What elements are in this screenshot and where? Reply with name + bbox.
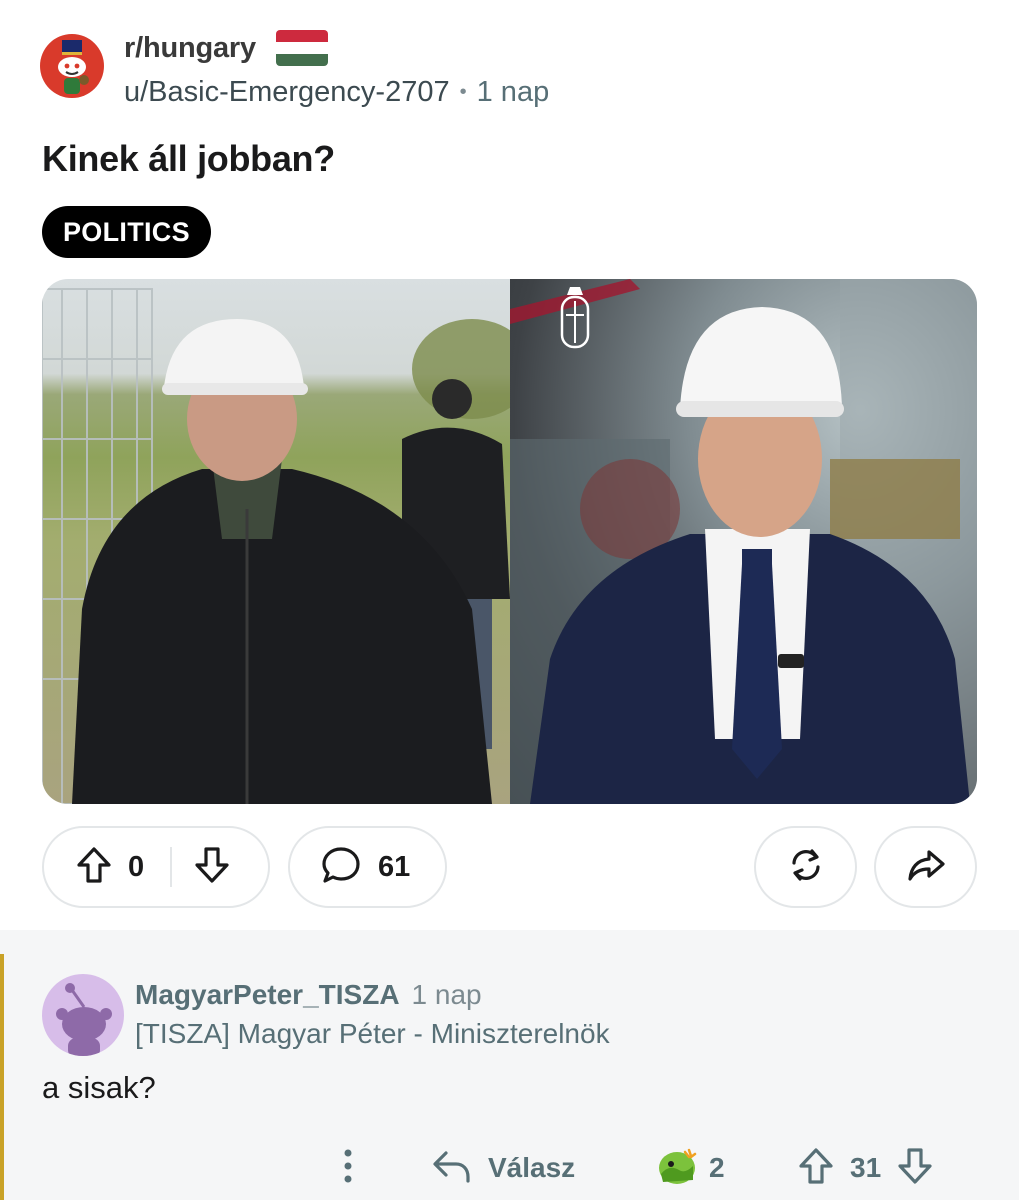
award-count: 2 [709,1152,725,1183]
upvote-icon[interactable] [74,845,114,890]
post-time: 1 nap [476,75,550,108]
comment-downvote-icon[interactable] [895,1146,935,1191]
comment-score: 31 [850,1152,882,1183]
crosspost-button[interactable] [754,826,857,908]
post-score: 0 [128,850,145,883]
post-meta: u/Basic-Emergency-2707 • 1 nap [124,74,549,110]
share-arrow-icon [905,844,947,891]
photo-right [510,279,977,804]
post-flair[interactable]: POLITICS [42,206,211,258]
meta-separator: • [459,80,467,103]
comment-author[interactable]: MagyarPeter_TISZA [135,979,400,1011]
comment-author-row: MagyarPeter_TISZA 1 nap [135,978,482,1012]
post-header: r/hungary u/Basic-Emergency-2707 • 1 nap [40,30,980,110]
subreddit-row: r/hungary [124,30,328,66]
comment-reply-button[interactable]: Válasz [430,1140,575,1196]
comment-body: a sisak? [42,1070,156,1105]
photo-left [42,279,510,804]
post-author[interactable]: u/Basic-Emergency-2707 [124,76,450,109]
comment-award[interactable]: 2 [655,1140,725,1196]
subreddit-name[interactable]: r/hungary [124,32,256,65]
downvote-icon[interactable] [192,845,232,890]
subreddit-avatar[interactable] [40,34,104,98]
comment-upvote-icon[interactable] [796,1146,836,1191]
comment-more-button[interactable] [336,1140,360,1196]
comment-count: 61 [378,850,411,883]
hungary-flag-icon [275,30,328,66]
post-image[interactable] [42,279,977,804]
comment-user-flair: [TISZA] Magyar Péter - Miniszterelnök [135,1018,610,1049]
more-vertical-icon [342,1148,354,1189]
post-title[interactable]: Kinek áll jobban? [42,138,335,180]
reply-arrow-icon [430,1147,472,1190]
comment-avatar[interactable] [42,974,124,1056]
comment-time: 1 nap [411,979,482,1010]
crosspost-icon [786,845,826,890]
award-icon [655,1144,699,1193]
comment-bubble-icon [320,844,362,891]
post-vote-bar: 0 [42,826,270,908]
comments-button[interactable]: 61 [288,826,447,908]
vote-divider [170,847,173,887]
comment-thread-line [0,954,4,1200]
reply-label: Válasz [488,1152,576,1183]
share-button[interactable] [874,826,977,908]
comment-vote-bar: 31 [796,1140,935,1196]
